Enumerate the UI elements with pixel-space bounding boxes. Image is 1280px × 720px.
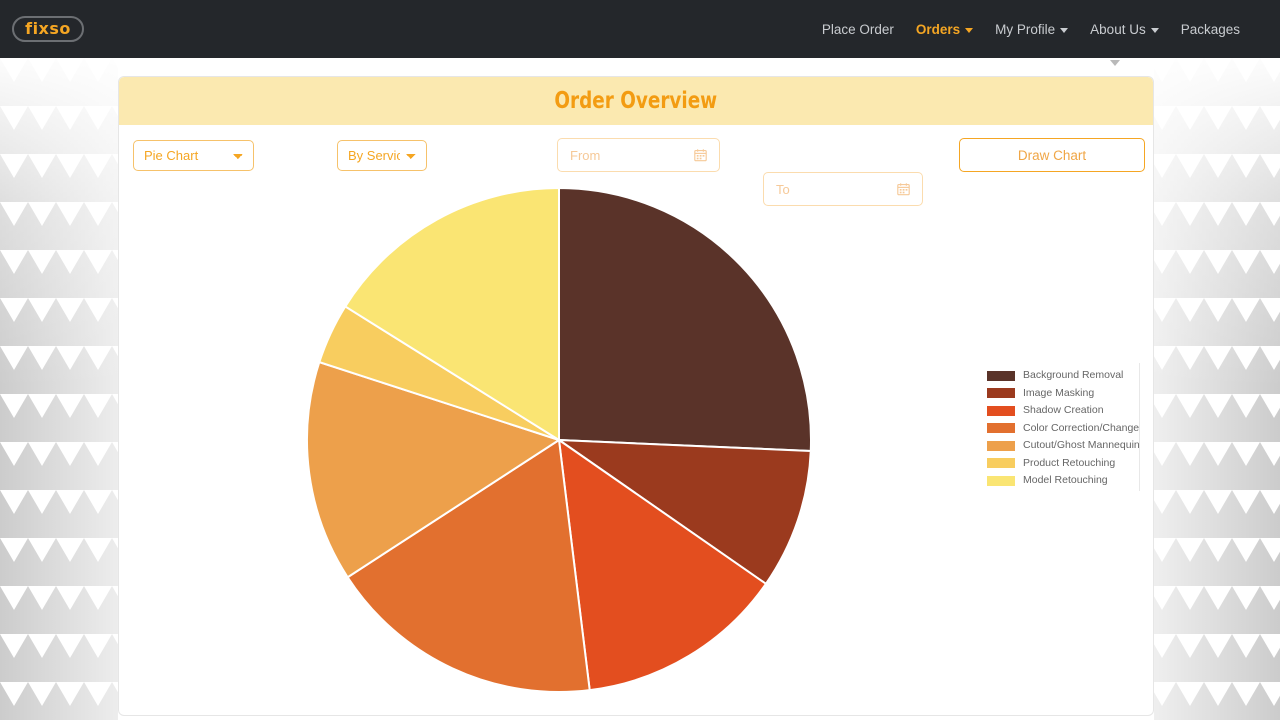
legend-item[interactable]: Product Retouching <box>987 457 1140 470</box>
legend-item-label: Color Correction/Change <box>1023 421 1140 434</box>
legend-item-label: Image Masking <box>1023 386 1095 399</box>
nav-item-packages[interactable]: Packages <box>1181 22 1240 37</box>
brand-logo[interactable]: fixso <box>12 16 84 42</box>
legend-item[interactable]: Cutout/Ghost Mannequin <box>987 439 1140 452</box>
date-from-input[interactable] <box>558 139 719 171</box>
brand-logo-text: fixso <box>25 18 71 38</box>
nav-item-my-profile[interactable]: My Profile <box>995 21 1069 37</box>
order-overview-card: Order Overview Pie ChartBar ChartLine Ch… <box>118 76 1154 716</box>
nav-item-orders[interactable]: Orders <box>915 21 974 37</box>
scroll-indicator-caret-icon <box>1110 60 1120 66</box>
chevron-down-icon <box>965 27 974 33</box>
group-by-select[interactable]: By ServiceBy StatusBy Date <box>337 140 427 171</box>
legend-color-swatch <box>987 440 1015 451</box>
nav-item-about-us[interactable]: About Us <box>1090 22 1159 37</box>
legend-color-swatch <box>987 370 1015 381</box>
legend-item[interactable]: Model Retouching <box>987 474 1140 487</box>
chart-legend: Background Removal Image Masking Shadow Cr… <box>987 369 1140 487</box>
draw-chart-button[interactable]: Draw Chart <box>959 138 1145 172</box>
card-header: Order Overview <box>119 77 1153 125</box>
legend-item-label: Shadow Creation <box>1023 404 1104 417</box>
legend-item-label: Background Removal <box>1023 369 1124 382</box>
legend-item[interactable]: Image Masking <box>987 387 1140 400</box>
nav-item-orders-label: Orders <box>915 21 961 37</box>
top-navbar: fixso Place Order Orders My Profile Abou… <box>0 0 1280 58</box>
legend-item-label: Cutout/Ghost Mannequin <box>1023 439 1140 452</box>
legend-item[interactable]: Background Removal <box>987 369 1140 382</box>
chevron-down-icon <box>1060 27 1069 33</box>
nav-item-packages-label: Packages <box>1180 21 1240 37</box>
page-title: Order Overview <box>554 88 718 114</box>
main-navigation: Place Order Orders My Profile About Us P… <box>822 22 1240 37</box>
nav-item-about-us-label: About Us <box>1090 21 1146 37</box>
chevron-down-icon <box>1150 27 1159 33</box>
chart-area: Background Removal Image Masking Shadow Cr… <box>119 187 1153 715</box>
legend-color-swatch <box>987 423 1015 433</box>
date-from-field[interactable] <box>557 138 720 172</box>
legend-color-swatch <box>987 405 1015 416</box>
legend-item-label: Model Retouching <box>1023 474 1108 487</box>
chart-controls-toolbar: Pie ChartBar ChartLine Chart By ServiceB… <box>119 125 1153 206</box>
nav-item-place-order-label: Place Order <box>821 21 894 37</box>
legend-item-label: Product Retouching <box>1023 456 1116 469</box>
pie-slice[interactable] <box>558 187 812 453</box>
nav-item-my-profile-label: My Profile <box>995 21 1056 37</box>
nav-item-place-order[interactable]: Place Order <box>822 22 894 37</box>
legend-item[interactable]: Color Correction/Change <box>987 422 1140 435</box>
legend-item[interactable]: Shadow Creation <box>987 404 1140 417</box>
legend-color-swatch <box>987 458 1015 468</box>
legend-color-swatch <box>987 388 1015 398</box>
legend-color-swatch <box>987 475 1015 486</box>
chart-type-select[interactable]: Pie ChartBar ChartLine Chart <box>133 140 254 171</box>
